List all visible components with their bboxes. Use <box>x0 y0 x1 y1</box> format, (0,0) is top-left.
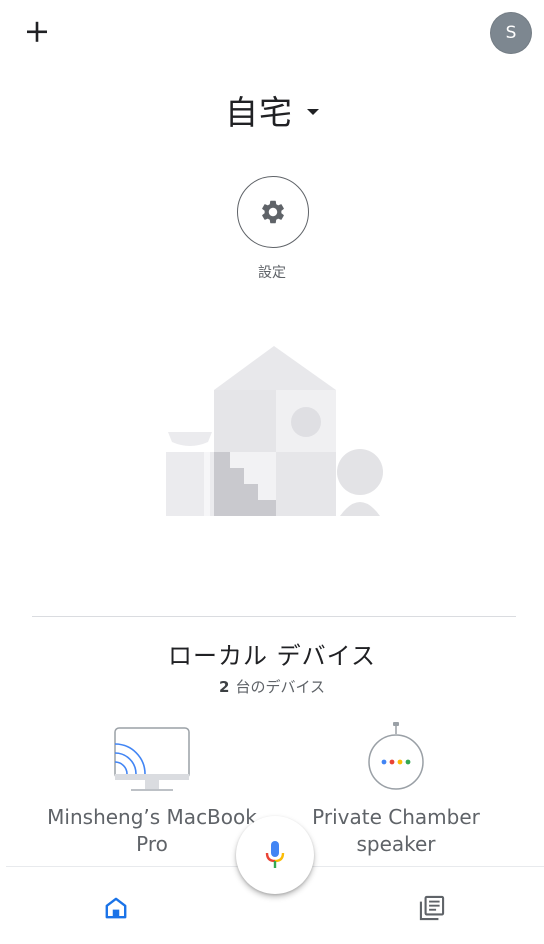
device-count-number: 2 <box>219 678 230 696</box>
google-home-mini-icon <box>368 722 424 790</box>
device-count-suffix: 台のデバイス <box>235 678 325 696</box>
account-avatar[interactable]: S <box>490 12 532 54</box>
home-selector[interactable]: 自宅 <box>0 86 544 134</box>
section-divider <box>32 616 516 617</box>
caret-down-icon <box>307 109 319 115</box>
mic-icon <box>265 841 285 868</box>
device-name-line1: Private Chamber <box>312 805 480 829</box>
tab-feed[interactable] <box>412 888 452 928</box>
feed-icon <box>419 895 445 921</box>
tab-home[interactable] <box>96 888 136 928</box>
device-name-line1: Minsheng’s MacBook <box>47 805 257 829</box>
local-devices-title: ローカル デバイス <box>168 642 376 670</box>
laptop-cast-icon <box>114 727 190 791</box>
home-name: 自宅 <box>225 93 293 132</box>
settings-button[interactable] <box>237 176 309 248</box>
home-icon <box>105 897 127 919</box>
voice-assistant-button[interactable] <box>236 816 314 894</box>
device-count: 2 台のデバイス <box>0 676 544 697</box>
add-button[interactable] <box>24 18 52 46</box>
settings-label: 設定 <box>258 265 286 281</box>
avatar-initial: S <box>505 23 517 43</box>
empty-home-illustration <box>166 346 383 516</box>
gear-icon <box>262 200 284 224</box>
plus-icon <box>27 21 47 42</box>
